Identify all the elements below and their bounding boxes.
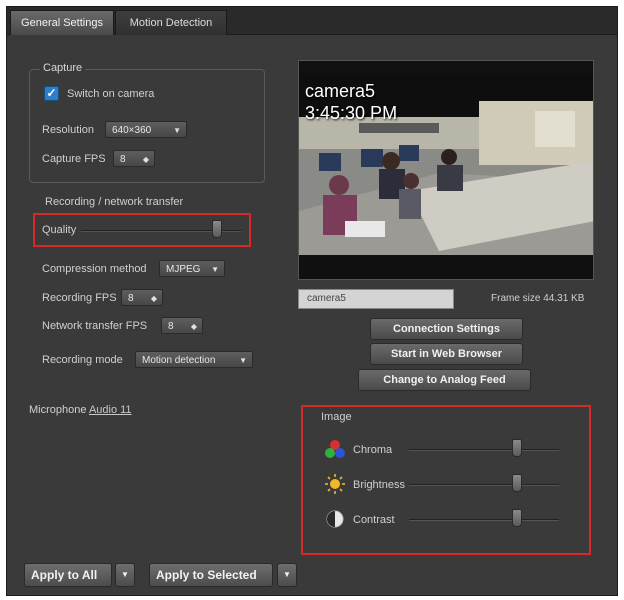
tab-general-settings[interactable]: General Settings xyxy=(10,10,114,35)
recording-section-title: Recording / network transfer xyxy=(45,196,184,208)
quality-slider-thumb[interactable] xyxy=(212,220,222,238)
brightness-label: Brightness xyxy=(353,479,405,491)
recording-fps-label: Recording FPS xyxy=(42,292,117,304)
resolution-select[interactable]: 640×360 ▼ xyxy=(105,121,187,138)
camera-name-field[interactable]: camera5 xyxy=(298,289,454,309)
apply-to-selected-button[interactable]: Apply to Selected xyxy=(149,563,273,587)
apply-to-all-button[interactable]: Apply to All xyxy=(24,563,112,587)
apply-to-selected-dropdown[interactable]: ▼ xyxy=(277,563,297,587)
switch-on-camera-label: Switch on camera xyxy=(67,88,155,100)
recording-mode-value: Motion detection xyxy=(142,355,216,366)
recording-fps-stepper[interactable]: 8 ◆ xyxy=(121,289,163,306)
change-analog-feed-button[interactable]: Change to Analog Feed xyxy=(358,369,531,391)
tab-motion-detection[interactable]: Motion Detection xyxy=(115,10,227,35)
checkmark-icon: ✓ xyxy=(46,86,57,100)
connection-settings-button[interactable]: Connection Settings xyxy=(370,318,523,340)
apply-to-all-dropdown[interactable]: ▼ xyxy=(115,563,135,587)
tab-bar: General Settings Motion Detection xyxy=(7,7,617,35)
chroma-slider-track[interactable] xyxy=(409,449,559,451)
contrast-label: Contrast xyxy=(353,514,395,526)
capture-fps-value: 8 xyxy=(120,154,126,165)
chevron-down-icon: ▼ xyxy=(121,570,129,579)
microphone-link[interactable]: Audio 11 xyxy=(89,404,132,416)
frame-size-label: Frame size 44.31 KB xyxy=(491,293,585,304)
chevron-down-icon: ▼ xyxy=(211,265,219,274)
start-web-browser-button[interactable]: Start in Web Browser xyxy=(370,343,523,365)
recording-fps-value: 8 xyxy=(128,293,134,304)
chevron-down-icon: ▼ xyxy=(239,356,247,365)
resolution-label: Resolution xyxy=(42,124,94,136)
network-fps-value: 8 xyxy=(168,321,174,332)
chevron-down-icon: ▼ xyxy=(173,126,181,135)
chevron-down-icon: ▼ xyxy=(283,570,291,579)
compression-method-label: Compression method xyxy=(42,263,147,275)
network-fps-stepper[interactable]: 8 ◆ xyxy=(161,317,203,334)
camera-settings-window: General Settings Motion Detection Captur… xyxy=(6,6,618,596)
brightness-slider-thumb[interactable] xyxy=(512,474,522,492)
brightness-slider-track[interactable] xyxy=(409,484,559,486)
microphone-row: Microphone Audio 11 xyxy=(29,404,132,416)
recording-mode-select[interactable]: Motion detection ▼ xyxy=(135,351,253,368)
switch-on-camera-checkbox[interactable]: ✓ xyxy=(44,86,59,101)
quality-label: Quality xyxy=(42,224,77,236)
contrast-icon xyxy=(326,510,344,528)
chroma-icon xyxy=(325,440,345,458)
chroma-slider-thumb[interactable] xyxy=(512,439,522,457)
network-fps-label: Network transfer FPS xyxy=(42,320,148,332)
camera-video-preview: camera5 3:45:30 PM xyxy=(298,60,594,280)
contrast-slider-track[interactable] xyxy=(409,519,559,521)
capture-title: Capture xyxy=(40,62,86,74)
capture-fps-label: Capture FPS xyxy=(42,153,106,165)
video-camera-name: camera5 xyxy=(305,81,376,101)
image-group-title: Image xyxy=(321,411,352,423)
resolution-value: 640×360 xyxy=(112,125,152,136)
chroma-label: Chroma xyxy=(353,444,393,456)
video-timestamp: 3:45:30 PM xyxy=(305,103,398,123)
contrast-slider-thumb[interactable] xyxy=(512,509,522,527)
recording-mode-label: Recording mode xyxy=(42,354,123,366)
compression-method-select[interactable]: MJPEG ▼ xyxy=(159,260,225,277)
microphone-label: Microphone xyxy=(29,404,87,416)
brightness-sun-icon xyxy=(325,474,345,494)
compression-method-value: MJPEG xyxy=(166,264,201,275)
stepper-arrows-icon: ◆ xyxy=(150,294,157,303)
stepper-arrows-icon: ◆ xyxy=(190,322,197,331)
capture-fps-stepper[interactable]: 8 ◆ xyxy=(113,150,155,167)
stepper-arrows-icon: ◆ xyxy=(142,155,149,164)
